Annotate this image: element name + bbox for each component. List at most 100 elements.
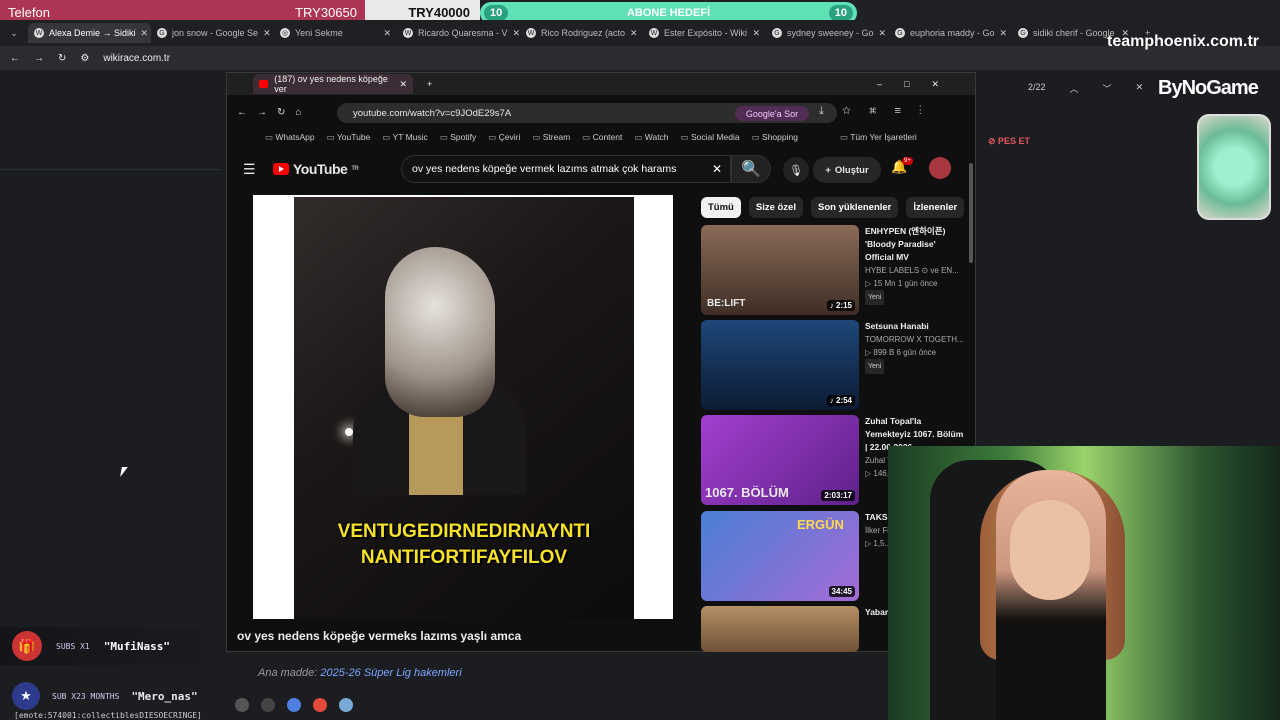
video-info: ENHYPEN (엔하이픈) 'Bloody Paradise' Officia… — [865, 225, 965, 315]
youtube-favicon — [259, 80, 269, 88]
taskbar — [225, 690, 885, 720]
bookmark-item[interactable]: Content — [582, 132, 623, 143]
forward-icon[interactable]: → — [34, 53, 44, 64]
star-icon: ★ — [12, 682, 40, 710]
find-prev-icon[interactable]: ︿ — [1070, 82, 1079, 95]
page-header-strip — [0, 70, 222, 170]
google-icon: G — [1018, 28, 1028, 38]
reload-icon[interactable]: ↻ — [58, 53, 66, 64]
app-icon[interactable] — [339, 698, 353, 712]
video-thumbnail[interactable]: BE:LIFT ♪ 2:15 — [701, 225, 859, 315]
video-thumbnail[interactable]: ♪ 2:54 — [701, 320, 859, 410]
find-next-icon[interactable]: ﹀ — [1103, 82, 1112, 95]
chip[interactable]: Size özel — [748, 197, 803, 218]
avatar[interactable] — [929, 157, 951, 179]
bookmark-item[interactable]: Watch — [634, 132, 669, 143]
wikipedia-icon: W — [526, 28, 536, 38]
emote-text: [emote:574001:collectiblesDIESOECRINGE] — [14, 711, 202, 720]
close-icon[interactable]: ✕ — [383, 28, 391, 39]
voice-search-icon[interactable]: 🎙 — [783, 157, 809, 183]
youtube-logo[interactable]: YouTube TR — [273, 161, 359, 177]
close-icon[interactable]: ✕ — [1000, 28, 1008, 39]
close-icon[interactable]: ✕ — [879, 28, 887, 39]
search-button[interactable]: 🔍 — [731, 155, 771, 183]
outer-tab[interactable]: Gjon snow - Google Se ✕ — [151, 23, 274, 43]
wikipedia-icon: W — [649, 28, 659, 38]
app-icon[interactable] — [235, 698, 249, 712]
bookmarks-bar: WhatsApp YouTube YT Music Spotify Çeviri… — [227, 129, 975, 145]
scrollbar[interactable] — [969, 163, 973, 263]
wikipedia-icon: W — [403, 28, 413, 38]
recommendation-item[interactable]: ♪ 2:54 Setsuna Hanabi TOMORROW X TOGETH.… — [701, 320, 971, 410]
google-icon: G — [772, 28, 782, 38]
give-up-button[interactable]: ⊘ PES ET — [988, 136, 1030, 147]
notification-count: 9+ — [902, 157, 913, 165]
close-icon[interactable]: ✕ — [630, 28, 638, 39]
close-icon[interactable]: ✕ — [513, 28, 520, 39]
opera-icon[interactable] — [313, 698, 327, 712]
sub-goal-label: ABONE HEDEFİ — [626, 7, 711, 19]
chip[interactable]: Son yüklenenler — [810, 197, 899, 218]
video-thumbnail[interactable]: 1067. BÖLÜM 2:03:17 — [701, 415, 859, 505]
bookmark-item[interactable]: Shopping — [752, 132, 798, 143]
site-brand: teamphoenix.com.tr — [1107, 33, 1260, 50]
video-thumbnail[interactable] — [701, 606, 859, 652]
close-icon[interactable]: ✕ — [263, 28, 271, 39]
outer-tab[interactable]: W Rico Rodriguez (acto ✕ — [520, 23, 643, 43]
sub-goal-target: 10 — [828, 5, 853, 21]
menu-icon[interactable]: ☰ — [243, 161, 256, 178]
close-icon[interactable]: ✕ — [752, 28, 760, 39]
find-close-icon[interactable]: ✕ — [1136, 82, 1144, 95]
bookmark-item[interactable]: YT Music — [382, 132, 428, 143]
clear-search-icon[interactable]: ✕ — [712, 162, 722, 176]
donation-label: Telefon — [8, 4, 50, 20]
chip[interactable]: Tümü — [701, 197, 741, 218]
filter-chips: Tümü Size özel Son yüklenenler İzlenenle… — [701, 197, 965, 218]
video-thumbnail[interactable]: ERGÜN 34:45 — [701, 511, 859, 601]
chrome-icon: ◎ — [280, 28, 290, 38]
new-tab-icon[interactable]: + — [427, 79, 432, 89]
outer-tab[interactable]: ◎ Yeni Sekme ✕ — [274, 23, 397, 43]
search-input[interactable]: ov yes nedens köpeğe vermek lazıms atmak… — [401, 155, 731, 183]
outer-tab[interactable]: Geuphoria maddy - Go ✕ — [889, 23, 1012, 43]
tab-search-icon[interactable]: ⌄ — [0, 28, 28, 39]
outer-tab[interactable]: W Ester Expósito - Wiki ✕ — [643, 23, 766, 43]
browser-toolbar-icons[interactable]: ⤓☆⌘≡⋮ — [819, 105, 940, 118]
home-icon[interactable]: ⌂ — [295, 107, 301, 118]
youtube-window: (187) ov yes nedens köpeğe ver ✕ + –□✕ ←… — [226, 72, 976, 652]
window-controls[interactable]: –□✕ — [877, 79, 961, 90]
back-icon[interactable]: ← — [10, 53, 20, 64]
site-info-icon[interactable]: ⚙ — [80, 53, 89, 64]
outer-tab[interactable]: W Ricardo Quaresma - V ✕ — [397, 23, 520, 43]
article-link[interactable]: 2025-26 Süper Lig hakemleri — [320, 667, 461, 679]
create-button[interactable]: + Oluştur — [813, 157, 881, 183]
plus-icon: + — [825, 164, 831, 176]
bookmark-item[interactable]: Çeviri — [488, 132, 521, 143]
back-icon[interactable]: ← — [237, 107, 247, 118]
youtube-play-icon — [273, 163, 289, 175]
inner-tab[interactable]: (187) ov yes nedens köpeğe ver ✕ — [253, 74, 413, 94]
outer-tab[interactable]: Gsydney sweeney - Go ✕ — [766, 23, 889, 43]
bookmark-item[interactable]: Spotify — [440, 132, 476, 143]
sub-goal-current: 10 — [484, 5, 509, 21]
bookmark-item[interactable]: Social Media — [681, 132, 740, 143]
outer-url[interactable]: wikirace.com.tr — [103, 53, 170, 64]
clover-jar-widget — [1197, 114, 1271, 220]
all-bookmarks[interactable]: Tüm Yer İşaretleri — [840, 132, 917, 143]
streamer-face — [1010, 500, 1090, 600]
sub-alert: 🎁 SUBS X1 "MufiNass" — [0, 627, 225, 665]
ask-google-button[interactable]: Google'a Sor — [735, 106, 809, 121]
bookmark-item[interactable]: Stream — [532, 132, 570, 143]
find-bar: 2/22 ︿ ﹀ ✕ — [1028, 82, 1143, 95]
forward-icon[interactable]: → — [257, 107, 267, 118]
outer-tab[interactable]: W Alexa Demie → Sidiki ✕ — [28, 23, 151, 43]
chip[interactable]: İzlenenler — [906, 197, 965, 218]
close-icon[interactable]: ✕ — [141, 28, 149, 39]
recommendation-item[interactable]: BE:LIFT ♪ 2:15 ENHYPEN (엔하이픈) 'Bloody Pa… — [701, 225, 971, 315]
app-icon[interactable] — [261, 698, 275, 712]
bookmark-item[interactable]: YouTube — [327, 132, 370, 143]
bookmark-item[interactable]: WhatsApp — [265, 132, 314, 143]
reload-icon[interactable]: ↻ — [277, 107, 285, 118]
close-icon[interactable]: ✕ — [399, 79, 407, 90]
chrome-icon[interactable] — [287, 698, 301, 712]
